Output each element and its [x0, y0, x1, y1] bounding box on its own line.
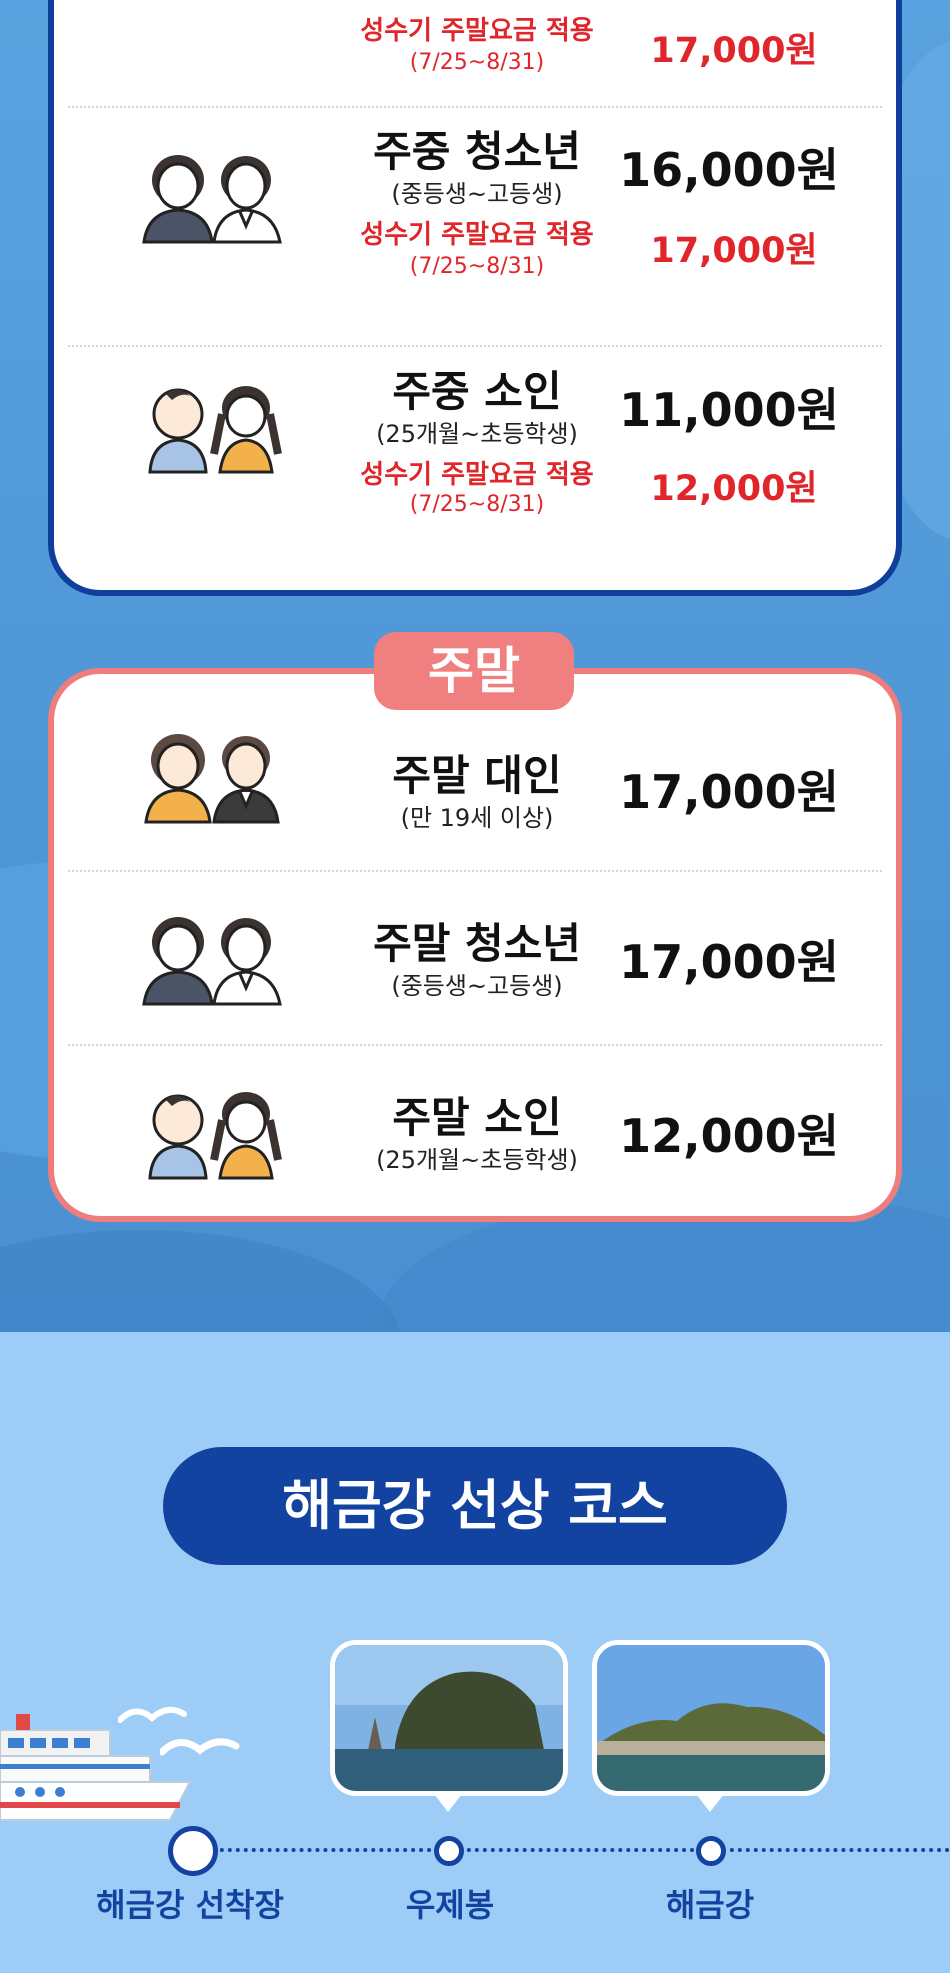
fare-subtitle: (25개월~초등학생): [376, 1146, 578, 1174]
ujebong-photo[interactable]: [330, 1640, 568, 1796]
stop-marker-dock[interactable]: [168, 1826, 218, 1876]
photo-pointer: [434, 1794, 462, 1812]
peak-season-dates: (7/25~8/31): [409, 254, 545, 279]
peak-season-dates: (7/25~8/31): [409, 50, 545, 75]
fare-title: 주말 소인: [392, 1093, 562, 1142]
fare-price: 17,000원: [619, 935, 839, 989]
row-divider: [68, 345, 882, 347]
fare-subtitle: (중등생~고등생): [391, 972, 563, 1000]
children-icon: [142, 1090, 292, 1180]
teen-students-icon: [142, 916, 292, 1006]
stop-label-dock: 해금강 선착장: [96, 1886, 284, 1924]
peak-season-dates: (7/25~8/31): [409, 492, 545, 517]
fare-price: 12,000원: [619, 1109, 839, 1163]
fare-title: 주중 소인: [392, 367, 562, 416]
fare-subtitle: (만 19세 이상): [400, 804, 554, 832]
course-timeline: [180, 1848, 950, 1852]
peak-season-price: 12,000원: [650, 469, 818, 509]
course-title-button[interactable]: 해금강 선상 코스: [163, 1447, 787, 1565]
adults-icon: [142, 734, 292, 824]
fare-subtitle: (25개월~초등학생): [376, 420, 578, 448]
seagull-icon: [158, 1730, 240, 1770]
weekend-row-child: 주말 소인 (25개월~초등학생) 12,000원: [54, 1046, 896, 1216]
peak-season-price: 17,000원: [650, 231, 818, 271]
peak-season-label: 성수기 주말요금 적용: [360, 220, 594, 250]
fare-title: 주말 청소년: [373, 919, 581, 968]
weekday-row-adult: 성수기 주말요금 적용 (7/25~8/31) 17,000원: [54, 0, 896, 108]
weekend-row-teen: 주말 청소년 (중등생~고등생) 17,000원: [54, 872, 896, 1044]
weekend-tag: 주말: [374, 632, 574, 710]
peak-season-price: 17,000원: [650, 31, 818, 71]
peak-season-label: 성수기 주말요금 적용: [360, 16, 594, 46]
teen-students-icon: [142, 154, 292, 244]
fare-title: 주말 대인: [392, 751, 562, 800]
weekday-row-child: 주중 소인 (25개월~초등학생) 11,000원 성수기 주말요금 적용 (7…: [54, 348, 896, 578]
photo-pointer: [696, 1794, 724, 1812]
weekend-fare-card: 주말 대인 (만 19세 이상) 17,000원 주말 청소년 (중등생~고등생…: [48, 668, 902, 1222]
stop-label-haegeumgang: 해금강: [665, 1886, 755, 1924]
stop-marker-haegeumgang[interactable]: [696, 1836, 726, 1866]
fare-price: 17,000원: [619, 765, 839, 819]
fare-price: 11,000원: [619, 383, 839, 437]
fare-price: 16,000원: [619, 143, 839, 197]
stop-label-ujebong: 우제봉: [405, 1886, 495, 1924]
weekday-row-teen: 주중 청소년 (중등생~고등생) 16,000원 성수기 주말요금 적용 (7/…: [54, 108, 896, 346]
children-icon: [142, 384, 292, 474]
fare-subtitle: (중등생~고등생): [391, 180, 563, 208]
peak-season-label: 성수기 주말요금 적용: [360, 460, 594, 490]
wave-decoration: [0, 1230, 400, 1332]
weekday-fare-card: 성수기 주말요금 적용 (7/25~8/31) 17,000원 주중 청소년 (…: [48, 0, 902, 596]
haegeumgang-photo[interactable]: [592, 1640, 830, 1796]
stop-marker-ujebong[interactable]: [434, 1836, 464, 1866]
fare-title: 주중 청소년: [373, 127, 581, 176]
